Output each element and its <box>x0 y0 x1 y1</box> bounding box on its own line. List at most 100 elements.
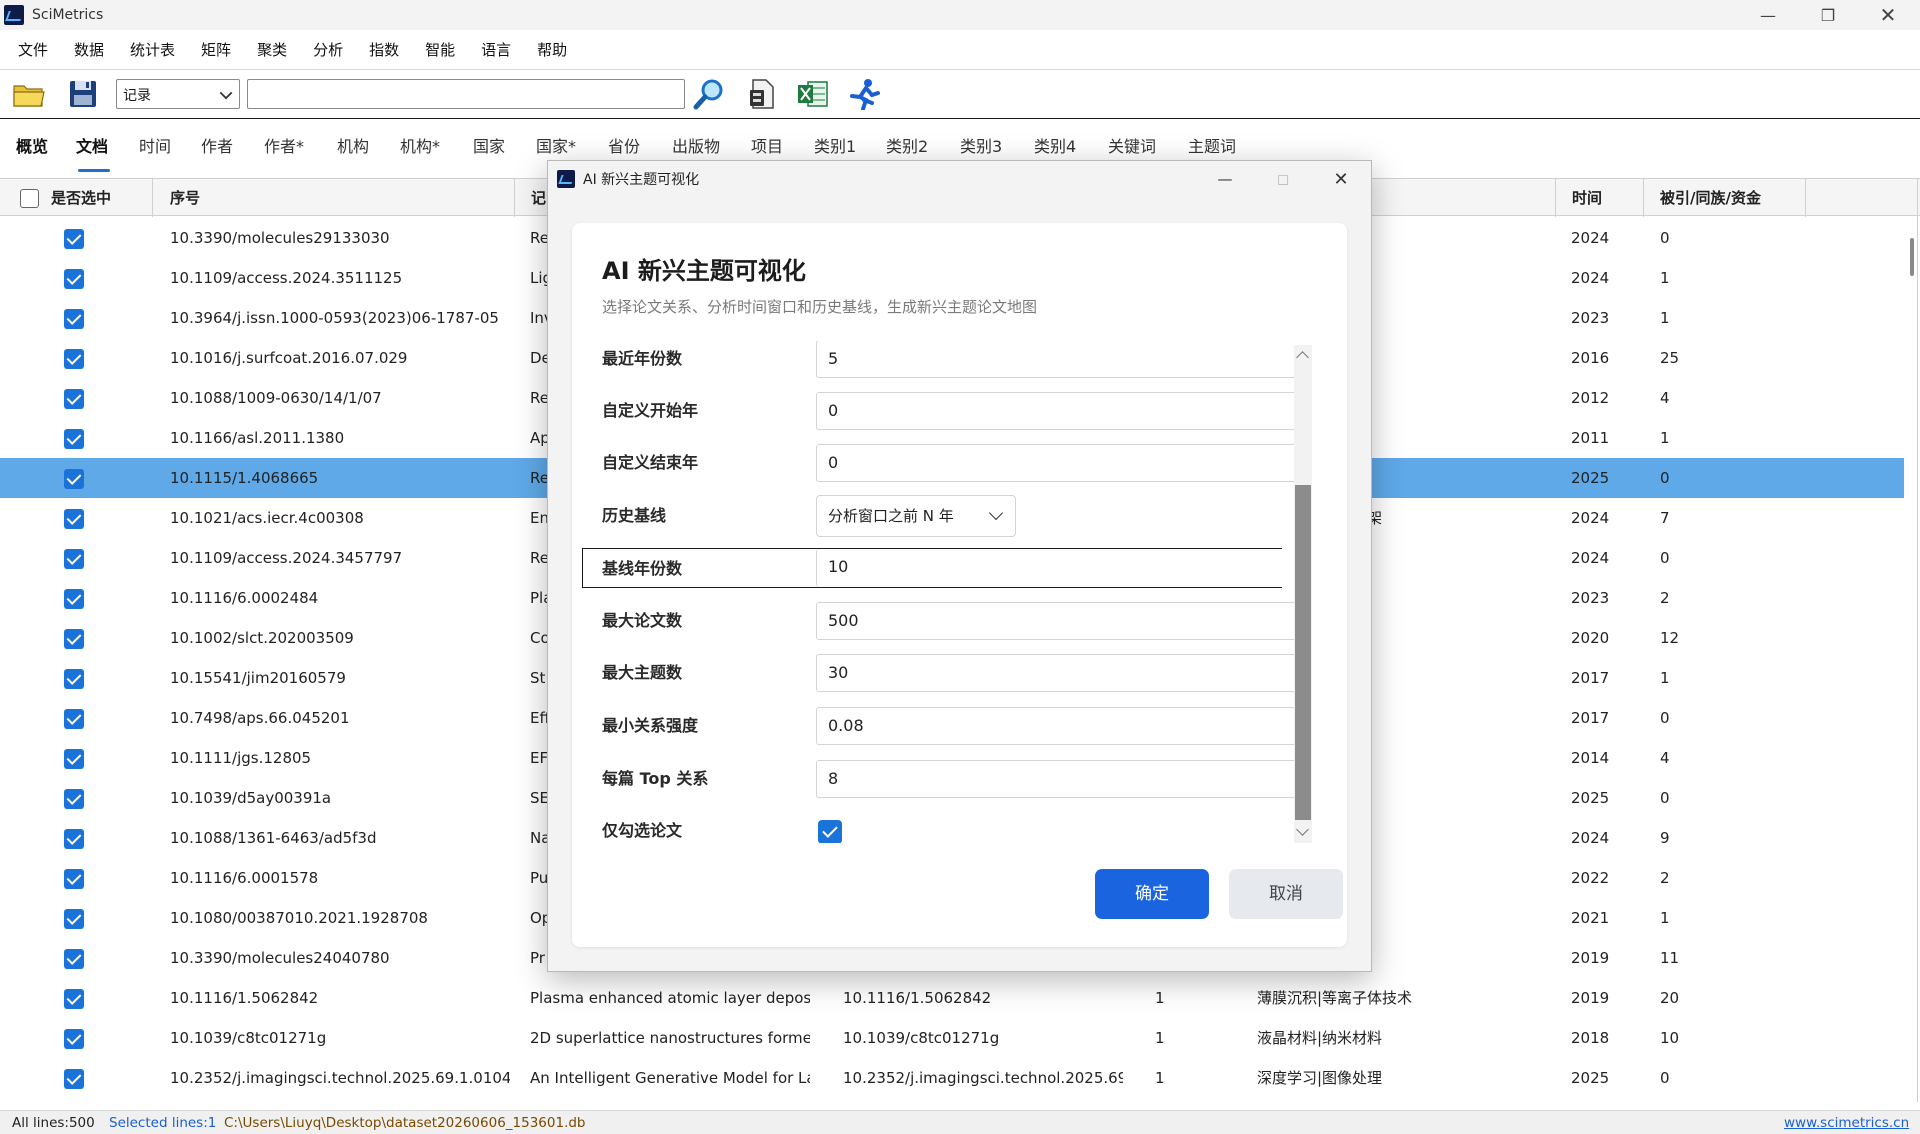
menu-item-6[interactable]: 指数 <box>369 39 399 60</box>
row-checkbox[interactable] <box>64 469 84 489</box>
custom-end-label: 自定义结束年 <box>602 453 699 472</box>
scroll-thumb[interactable] <box>1295 485 1311 820</box>
search-icon[interactable] <box>692 78 726 110</box>
baseline-select[interactable]: 分析窗口之前 N 年 <box>816 495 1016 537</box>
column-header-cites[interactable]: 被引/同族/资金 <box>1643 179 1805 217</box>
row-checkbox[interactable] <box>64 1069 84 1089</box>
doc-cites: 1 <box>1660 429 1670 447</box>
doc-id: 10.1116/6.0002484 <box>170 589 319 607</box>
table-row[interactable]: 10.1039/c8tc01271g 2D superlattice nanost… <box>0 1018 1904 1058</box>
min-strength-input[interactable]: 0.08 <box>816 707 1296 745</box>
column-header-id[interactable]: 序号 <box>152 179 514 217</box>
dialog-close-icon[interactable]: ✕ <box>1312 161 1370 197</box>
only-checked-label: 仅勾选论文 <box>602 821 683 840</box>
tab-11[interactable]: 项目 <box>751 133 783 157</box>
menu-item-9[interactable]: 帮助 <box>537 39 567 60</box>
row-checkbox[interactable] <box>64 349 84 369</box>
tab-10[interactable]: 出版物 <box>672 133 720 157</box>
scroll-down-icon[interactable] <box>1296 823 1309 836</box>
tab-15[interactable]: 类别4 <box>1034 133 1076 157</box>
max-papers-input[interactable]: 500 <box>816 602 1296 640</box>
column-header-selected[interactable]: 是否选中 <box>0 179 152 217</box>
dialog-minimize-icon[interactable]: — <box>1196 161 1254 197</box>
max-topics-input[interactable]: 30 <box>816 654 1296 692</box>
scroll-up-icon[interactable] <box>1296 351 1309 364</box>
tab-9[interactable]: 省份 <box>608 133 640 157</box>
restore-icon[interactable]: ❐ <box>1800 0 1856 30</box>
search-input[interactable] <box>247 79 685 109</box>
row-checkbox[interactable] <box>64 909 84 929</box>
doc-id: 10.1115/1.4068665 <box>170 469 319 487</box>
row-checkbox[interactable] <box>64 709 84 729</box>
row-checkbox[interactable] <box>64 869 84 889</box>
row-checkbox[interactable] <box>64 629 84 649</box>
recent-years-input[interactable]: 5 <box>816 341 1296 378</box>
doc-year: 2021 <box>1571 909 1610 927</box>
run-icon[interactable] <box>848 78 882 110</box>
doc-year: 2023 <box>1571 589 1610 607</box>
doc-id: 10.1109/access.2024.3511125 <box>170 269 403 287</box>
row-checkbox[interactable] <box>64 309 84 329</box>
row-checkbox[interactable] <box>64 229 84 249</box>
database-file-icon[interactable] <box>744 78 778 110</box>
table-row[interactable]: 10.2352/j.imagingsci.technol.2025.69.1.0… <box>0 1058 1904 1098</box>
tab-12[interactable]: 类别1 <box>814 133 856 157</box>
tab-8[interactable]: 国家* <box>536 133 576 157</box>
menu-item-2[interactable]: 统计表 <box>130 39 175 60</box>
top-relations-input[interactable]: 8 <box>816 760 1296 798</box>
baseline-years-input[interactable]: 10 <box>816 549 1282 587</box>
tab-16[interactable]: 关键词 <box>1108 133 1156 157</box>
tab-17[interactable]: 主题词 <box>1188 133 1236 157</box>
menu-item-4[interactable]: 聚类 <box>257 39 287 60</box>
row-checkbox[interactable] <box>64 669 84 689</box>
only-checked-checkbox[interactable] <box>818 820 842 843</box>
menu-item-7[interactable]: 智能 <box>425 39 455 60</box>
row-checkbox[interactable] <box>64 1029 84 1049</box>
column-header-time[interactable]: 时间 <box>1555 179 1643 217</box>
table-scrollbar[interactable] <box>1910 238 1914 276</box>
excel-export-icon[interactable] <box>796 78 830 110</box>
doc-cites: 25 <box>1660 349 1680 367</box>
table-row[interactable]: 10.1116/1.5062842 Plasma enhanced atomic … <box>0 978 1904 1018</box>
row-checkbox[interactable] <box>64 549 84 569</box>
tab-6[interactable]: 机构* <box>400 133 440 157</box>
website-link[interactable]: www.scimetrics.cn <box>1784 1112 1909 1134</box>
doc-cites: 2 <box>1660 589 1670 607</box>
menu-item-0[interactable]: 文件 <box>18 39 48 60</box>
row-checkbox[interactable] <box>64 789 84 809</box>
tab-5[interactable]: 机构 <box>337 133 369 157</box>
custom-end-input[interactable]: 0 <box>816 444 1296 482</box>
minimize-icon[interactable]: — <box>1740 0 1796 30</box>
row-checkbox[interactable] <box>64 589 84 609</box>
row-checkbox[interactable] <box>64 949 84 969</box>
menu-item-5[interactable]: 分析 <box>313 39 343 60</box>
tab-1[interactable]: 文档 <box>76 133 108 157</box>
tab-2[interactable]: 时间 <box>139 133 171 157</box>
tab-7[interactable]: 国家 <box>473 133 505 157</box>
row-checkbox[interactable] <box>64 509 84 529</box>
menu-item-1[interactable]: 数据 <box>74 39 104 60</box>
tab-0[interactable]: 概览 <box>16 133 48 157</box>
menu-item-3[interactable]: 矩阵 <box>201 39 231 60</box>
doc-cites: 0 <box>1660 789 1670 807</box>
ok-button[interactable]: 确定 <box>1095 869 1209 919</box>
tab-4[interactable]: 作者* <box>264 133 304 157</box>
row-checkbox[interactable] <box>64 829 84 849</box>
tab-14[interactable]: 类别3 <box>960 133 1002 157</box>
row-checkbox[interactable] <box>64 989 84 1009</box>
row-checkbox[interactable] <box>64 429 84 449</box>
baseline-value: 分析窗口之前 N 年 <box>828 507 954 525</box>
custom-start-input[interactable]: 0 <box>816 392 1296 430</box>
close-icon[interactable]: ✕ <box>1860 0 1916 30</box>
row-checkbox[interactable] <box>64 389 84 409</box>
dialog-scrollbar[interactable] <box>1294 345 1312 843</box>
tab-3[interactable]: 作者 <box>201 133 233 157</box>
tab-13[interactable]: 类别2 <box>886 133 928 157</box>
row-checkbox[interactable] <box>64 269 84 289</box>
menu-item-8[interactable]: 语言 <box>481 39 511 60</box>
save-icon[interactable] <box>66 78 100 110</box>
record-type-select[interactable]: 记录 <box>116 79 240 109</box>
cancel-button[interactable]: 取消 <box>1229 869 1343 919</box>
open-folder-icon[interactable] <box>12 78 46 110</box>
row-checkbox[interactable] <box>64 749 84 769</box>
